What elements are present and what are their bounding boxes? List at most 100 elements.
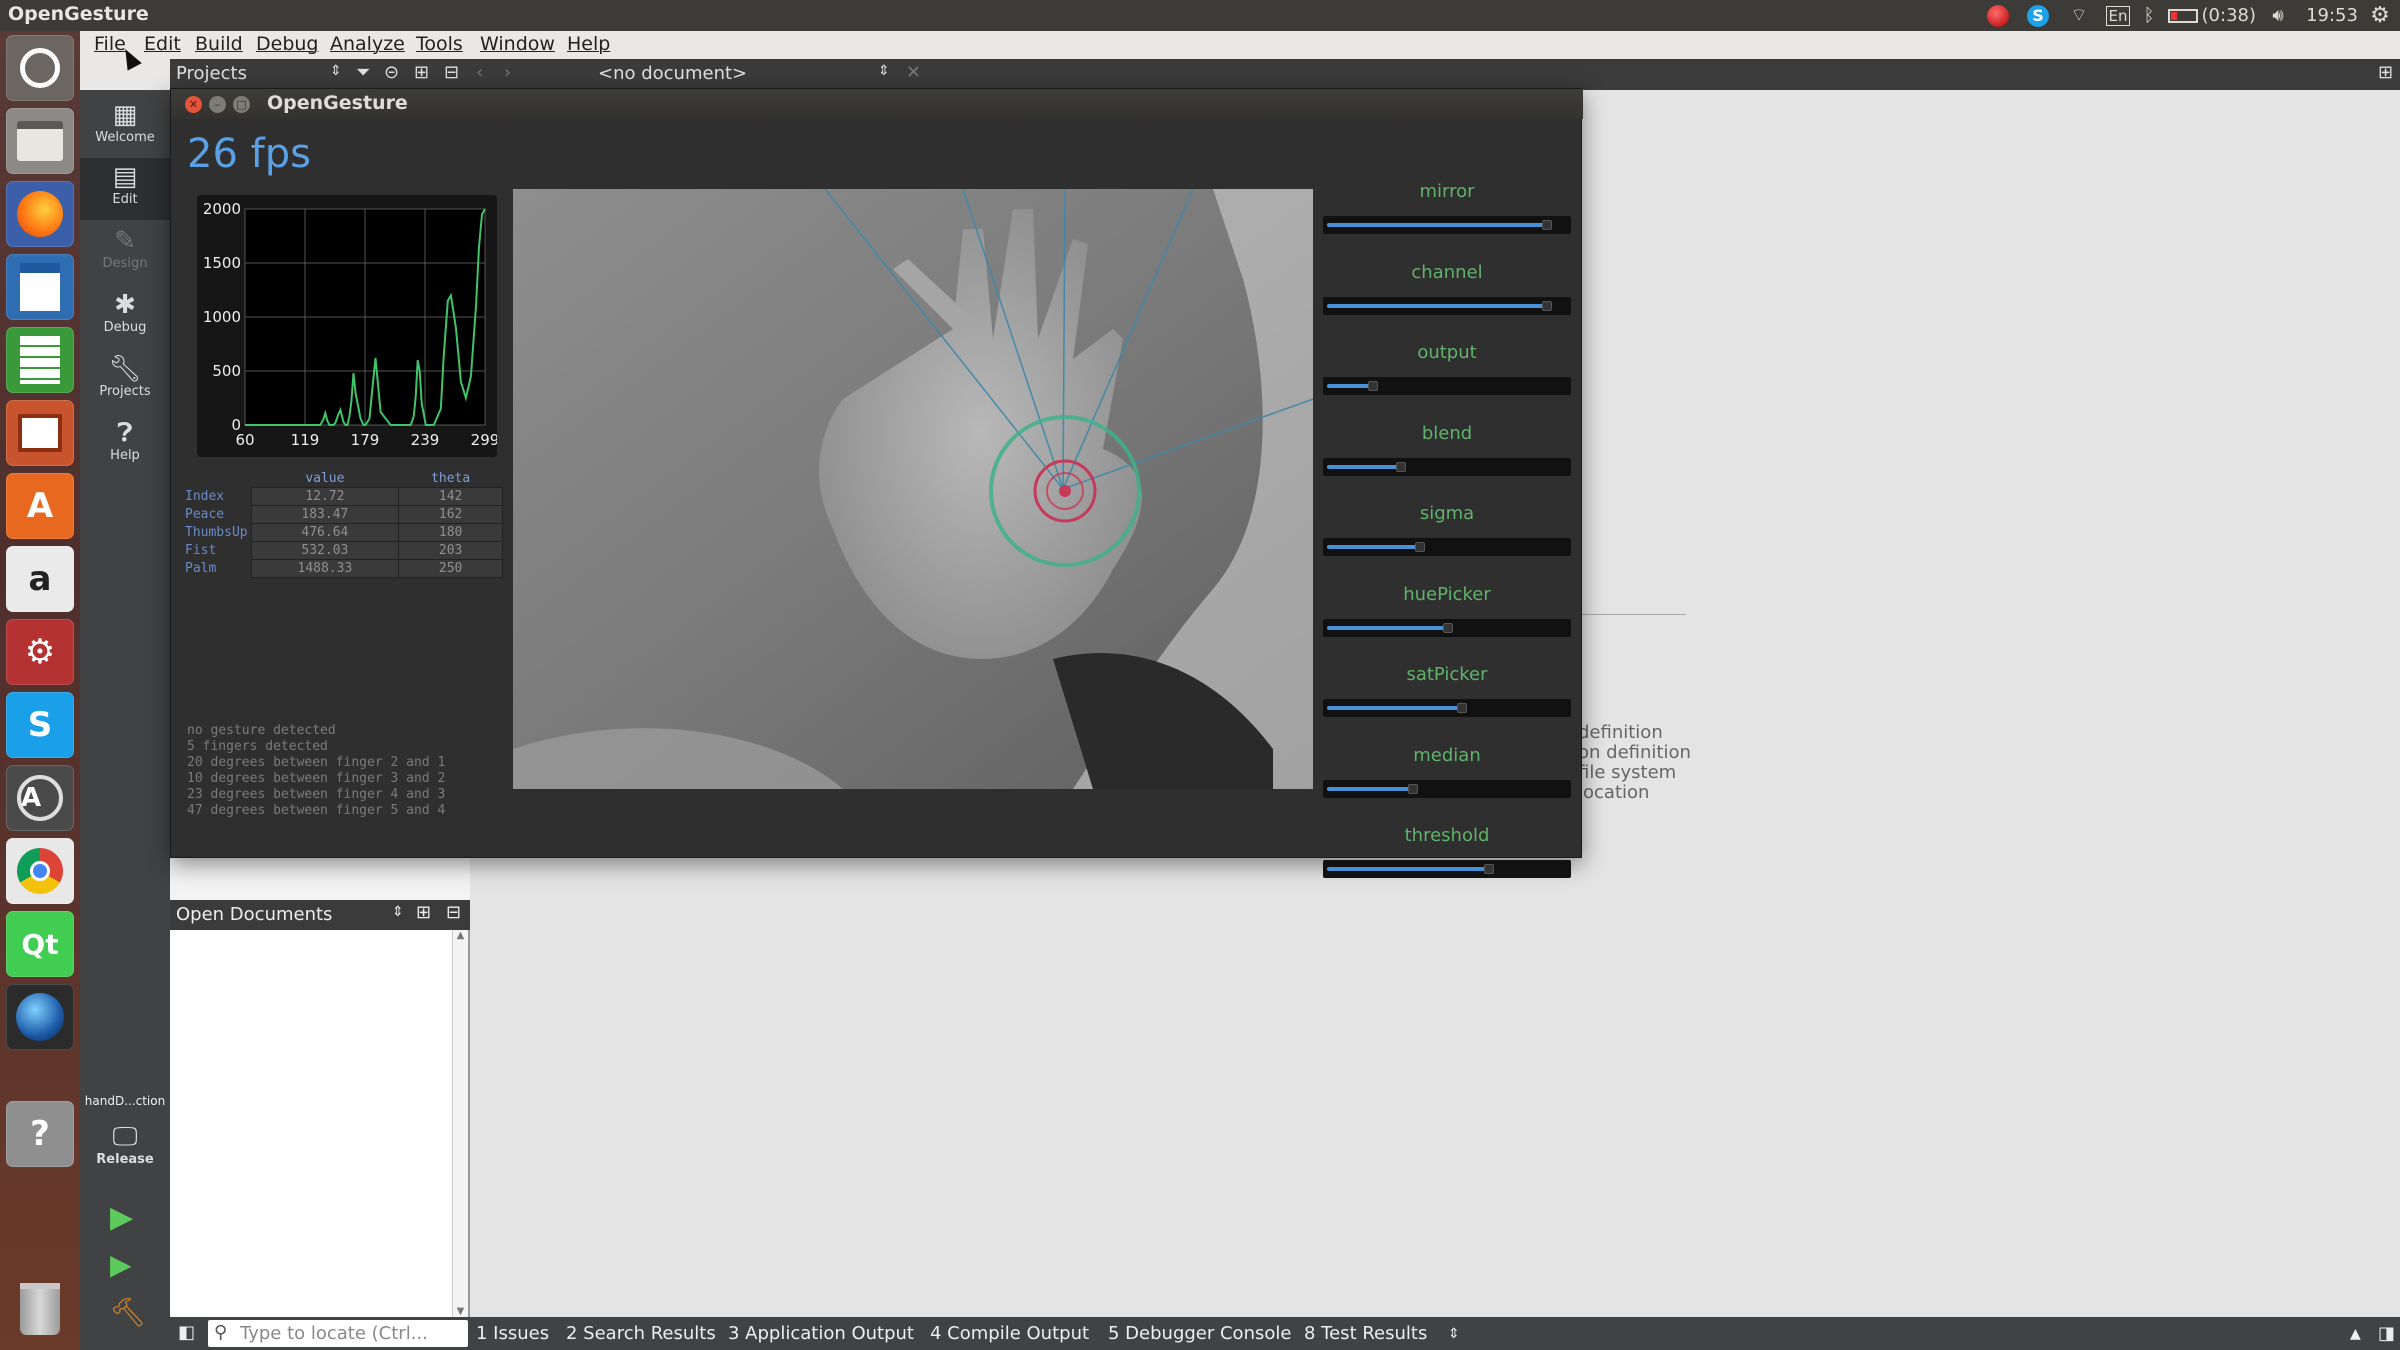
chevron-up-icon[interactable]: ▲ [2350,1326,2361,1342]
slider-handle[interactable] [1542,300,1553,311]
slider-track[interactable] [1323,779,1571,798]
open-documents-list[interactable] [170,930,470,1317]
build-hammer-icon[interactable]: 🔨︎ [110,1296,146,1329]
filter-icon[interactable]: ⏷ [356,62,370,83]
dash-home-button[interactable] [6,35,74,101]
slider-handle[interactable] [1542,220,1553,230]
launcher-chrome-button[interactable] [6,838,74,904]
bug-icon: ✱ [114,290,136,320]
gear-icon[interactable]: ⚙ [2366,3,2394,28]
close-pane-icon[interactable]: ⊟ [444,62,459,83]
slider-handle[interactable] [1456,703,1467,713]
close-icon[interactable]: ✕ [185,96,202,113]
keyboard-layout-indicator[interactable]: En [2104,3,2132,28]
slider-handle[interactable] [1484,864,1495,874]
launcher-qtcreator-button[interactable]: Qt [6,911,74,977]
updown-icon[interactable]: ⇕ [392,904,404,920]
mode-design[interactable]: ✎ Design [80,222,170,284]
debug-run-icon[interactable]: ▶︎ [110,1248,132,1281]
kit-selector[interactable]: 🖵︎ Release [80,1118,170,1184]
tab-search-results[interactable]: 2 Search Results [566,1323,716,1344]
slider-track[interactable] [1323,377,1571,395]
launcher-software-center-button[interactable]: A [6,473,74,539]
split-icon[interactable]: ⊞ [414,62,429,83]
wifi-icon[interactable]: ⌔ [2064,3,2094,28]
updown-icon[interactable]: ⇕ [878,63,890,79]
mode-projects[interactable]: 🔧︎ Projects [80,350,170,412]
slider-label: mirror [1419,181,1475,202]
slider-fill [1327,786,1413,791]
maximize-icon[interactable]: □ [233,96,250,113]
tab-issues[interactable]: 1 Issues [476,1323,549,1344]
slider-track[interactable] [1323,699,1571,717]
close-document-icon[interactable]: ✕ [906,62,921,83]
slider-handle[interactable] [1368,381,1379,391]
forward-icon[interactable]: › [504,62,511,83]
launcher-calc-button[interactable] [6,327,74,393]
slider-handle[interactable] [1396,461,1407,472]
slider-handle[interactable] [1414,542,1425,552]
launcher-amazon-button[interactable]: a [6,546,74,612]
mode-edit[interactable]: ▤ Edit [80,158,170,220]
slider-track[interactable] [1323,296,1571,315]
slider-track[interactable] [1323,860,1571,878]
window-titlebar[interactable]: ✕ – □ OpenGesture [171,89,1583,119]
slider-track[interactable] [1323,457,1571,476]
record-indicator-icon[interactable] [1984,3,2012,28]
launcher-trash-button[interactable] [6,1276,74,1342]
launcher-files-button[interactable] [6,108,74,174]
slider-handle[interactable] [1442,622,1453,633]
menu-tools[interactable]: Tools [416,33,463,55]
close-pane-icon[interactable]: ⊟ [446,902,461,923]
updown-icon[interactable]: ⇕ [330,63,342,79]
battery-indicator[interactable]: (0:38) [2168,3,2256,28]
launcher-updater-button[interactable]: A [6,765,74,831]
slider-track[interactable] [1323,216,1571,234]
launcher-writer-button[interactable] [6,254,74,320]
toggle-right-sidebar-icon[interactable]: ◨ [2378,1323,2395,1344]
launcher-skype-button[interactable]: S [6,692,74,758]
locator-field[interactable]: ⚲ Type to locate (Ctrl... [208,1320,468,1347]
menu-debug[interactable]: Debug [256,33,318,55]
split-editor-icon[interactable]: ⊞ [2378,62,2393,83]
slider-label: output [1417,342,1477,363]
cell-value: 1488.33 [250,558,400,578]
mode-help[interactable]: ❓︎ Help [80,414,170,476]
launcher-unknown-app-button[interactable]: ? [6,1101,74,1167]
slider-track[interactable] [1323,538,1571,556]
mode-debug[interactable]: ✱ Debug [80,286,170,348]
mode-welcome[interactable]: ▦ Welcome [80,96,170,158]
updown-icon[interactable]: ⇕ [1448,1326,1460,1342]
run-icon[interactable]: ▶ [110,1200,133,1235]
bluetooth-icon[interactable]: ᛒ [2138,3,2160,28]
projects-selector[interactable]: Projects [176,63,247,84]
tab-test-results[interactable]: 8 Test Results [1304,1323,1427,1344]
clock[interactable]: 19:53 [2300,3,2364,28]
menu-window[interactable]: Window [480,33,555,55]
open-documents-scrollbar[interactable]: ▲ ▼ [452,930,468,1317]
launcher-firefox-button[interactable] [6,181,74,247]
launcher-settings-button[interactable]: ⚙ [6,619,74,685]
kit-project-label[interactable]: handD...ction [80,1094,170,1108]
tab-debugger-console[interactable]: 5 Debugger Console [1108,1323,1291,1344]
launcher-opengesture-button[interactable] [6,984,74,1050]
launcher-impress-button[interactable] [6,400,74,466]
tab-application-output[interactable]: 3 Application Output [728,1323,914,1344]
open-documents-title[interactable]: Open Documents [176,904,332,925]
split-icon[interactable]: ⊞ [416,902,431,923]
skype-tray-icon[interactable]: S [2024,3,2052,28]
back-icon[interactable]: ‹ [476,62,483,83]
menu-help[interactable]: Help [567,33,610,55]
menu-edit[interactable]: Edit [144,33,181,55]
menu-build[interactable]: Build [195,33,243,55]
volume-icon[interactable]: 🔊︎ [2264,3,2292,28]
menu-analyze[interactable]: Analyze [330,33,405,55]
document-selector[interactable]: <no document> [598,63,747,84]
minimize-icon[interactable]: – [209,96,226,113]
slider-handle[interactable] [1407,783,1418,794]
cell-value: 183.47 [250,504,400,524]
slider-track[interactable] [1323,618,1571,637]
tab-compile-output[interactable]: 4 Compile Output [930,1323,1089,1344]
link-icon[interactable]: ⊝ [384,62,399,83]
toggle-sidebar-icon[interactable]: ◧ [178,1322,195,1343]
